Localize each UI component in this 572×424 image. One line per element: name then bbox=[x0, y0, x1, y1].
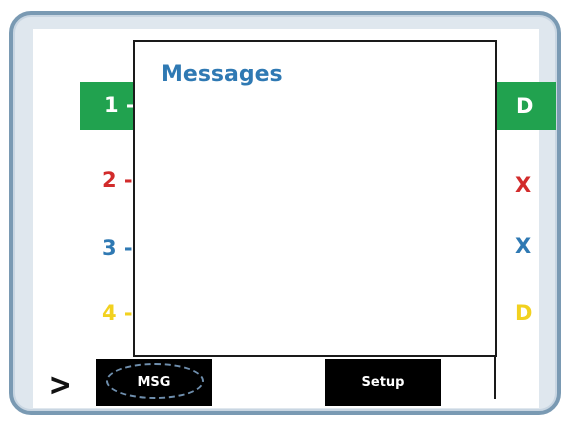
line-3-status: X bbox=[515, 234, 532, 258]
msg-softkey-focus-ring bbox=[106, 363, 204, 399]
messages-panel: Messages bbox=[133, 40, 497, 357]
line-3-number[interactable]: 3 - bbox=[102, 238, 133, 259]
line-1-number[interactable]: 1 - bbox=[104, 95, 135, 116]
line-4-number[interactable]: 4 - bbox=[102, 303, 133, 324]
prompt-indicator: > bbox=[50, 365, 71, 405]
line-4-status: D bbox=[515, 301, 533, 325]
setup-softkey[interactable]: Setup bbox=[325, 359, 441, 406]
line-2-status: X bbox=[515, 173, 532, 197]
messages-title: Messages bbox=[161, 62, 283, 87]
line-2-number[interactable]: 2 - bbox=[102, 170, 133, 191]
softkey-divider bbox=[494, 357, 496, 399]
line-1-status: D bbox=[516, 94, 534, 118]
